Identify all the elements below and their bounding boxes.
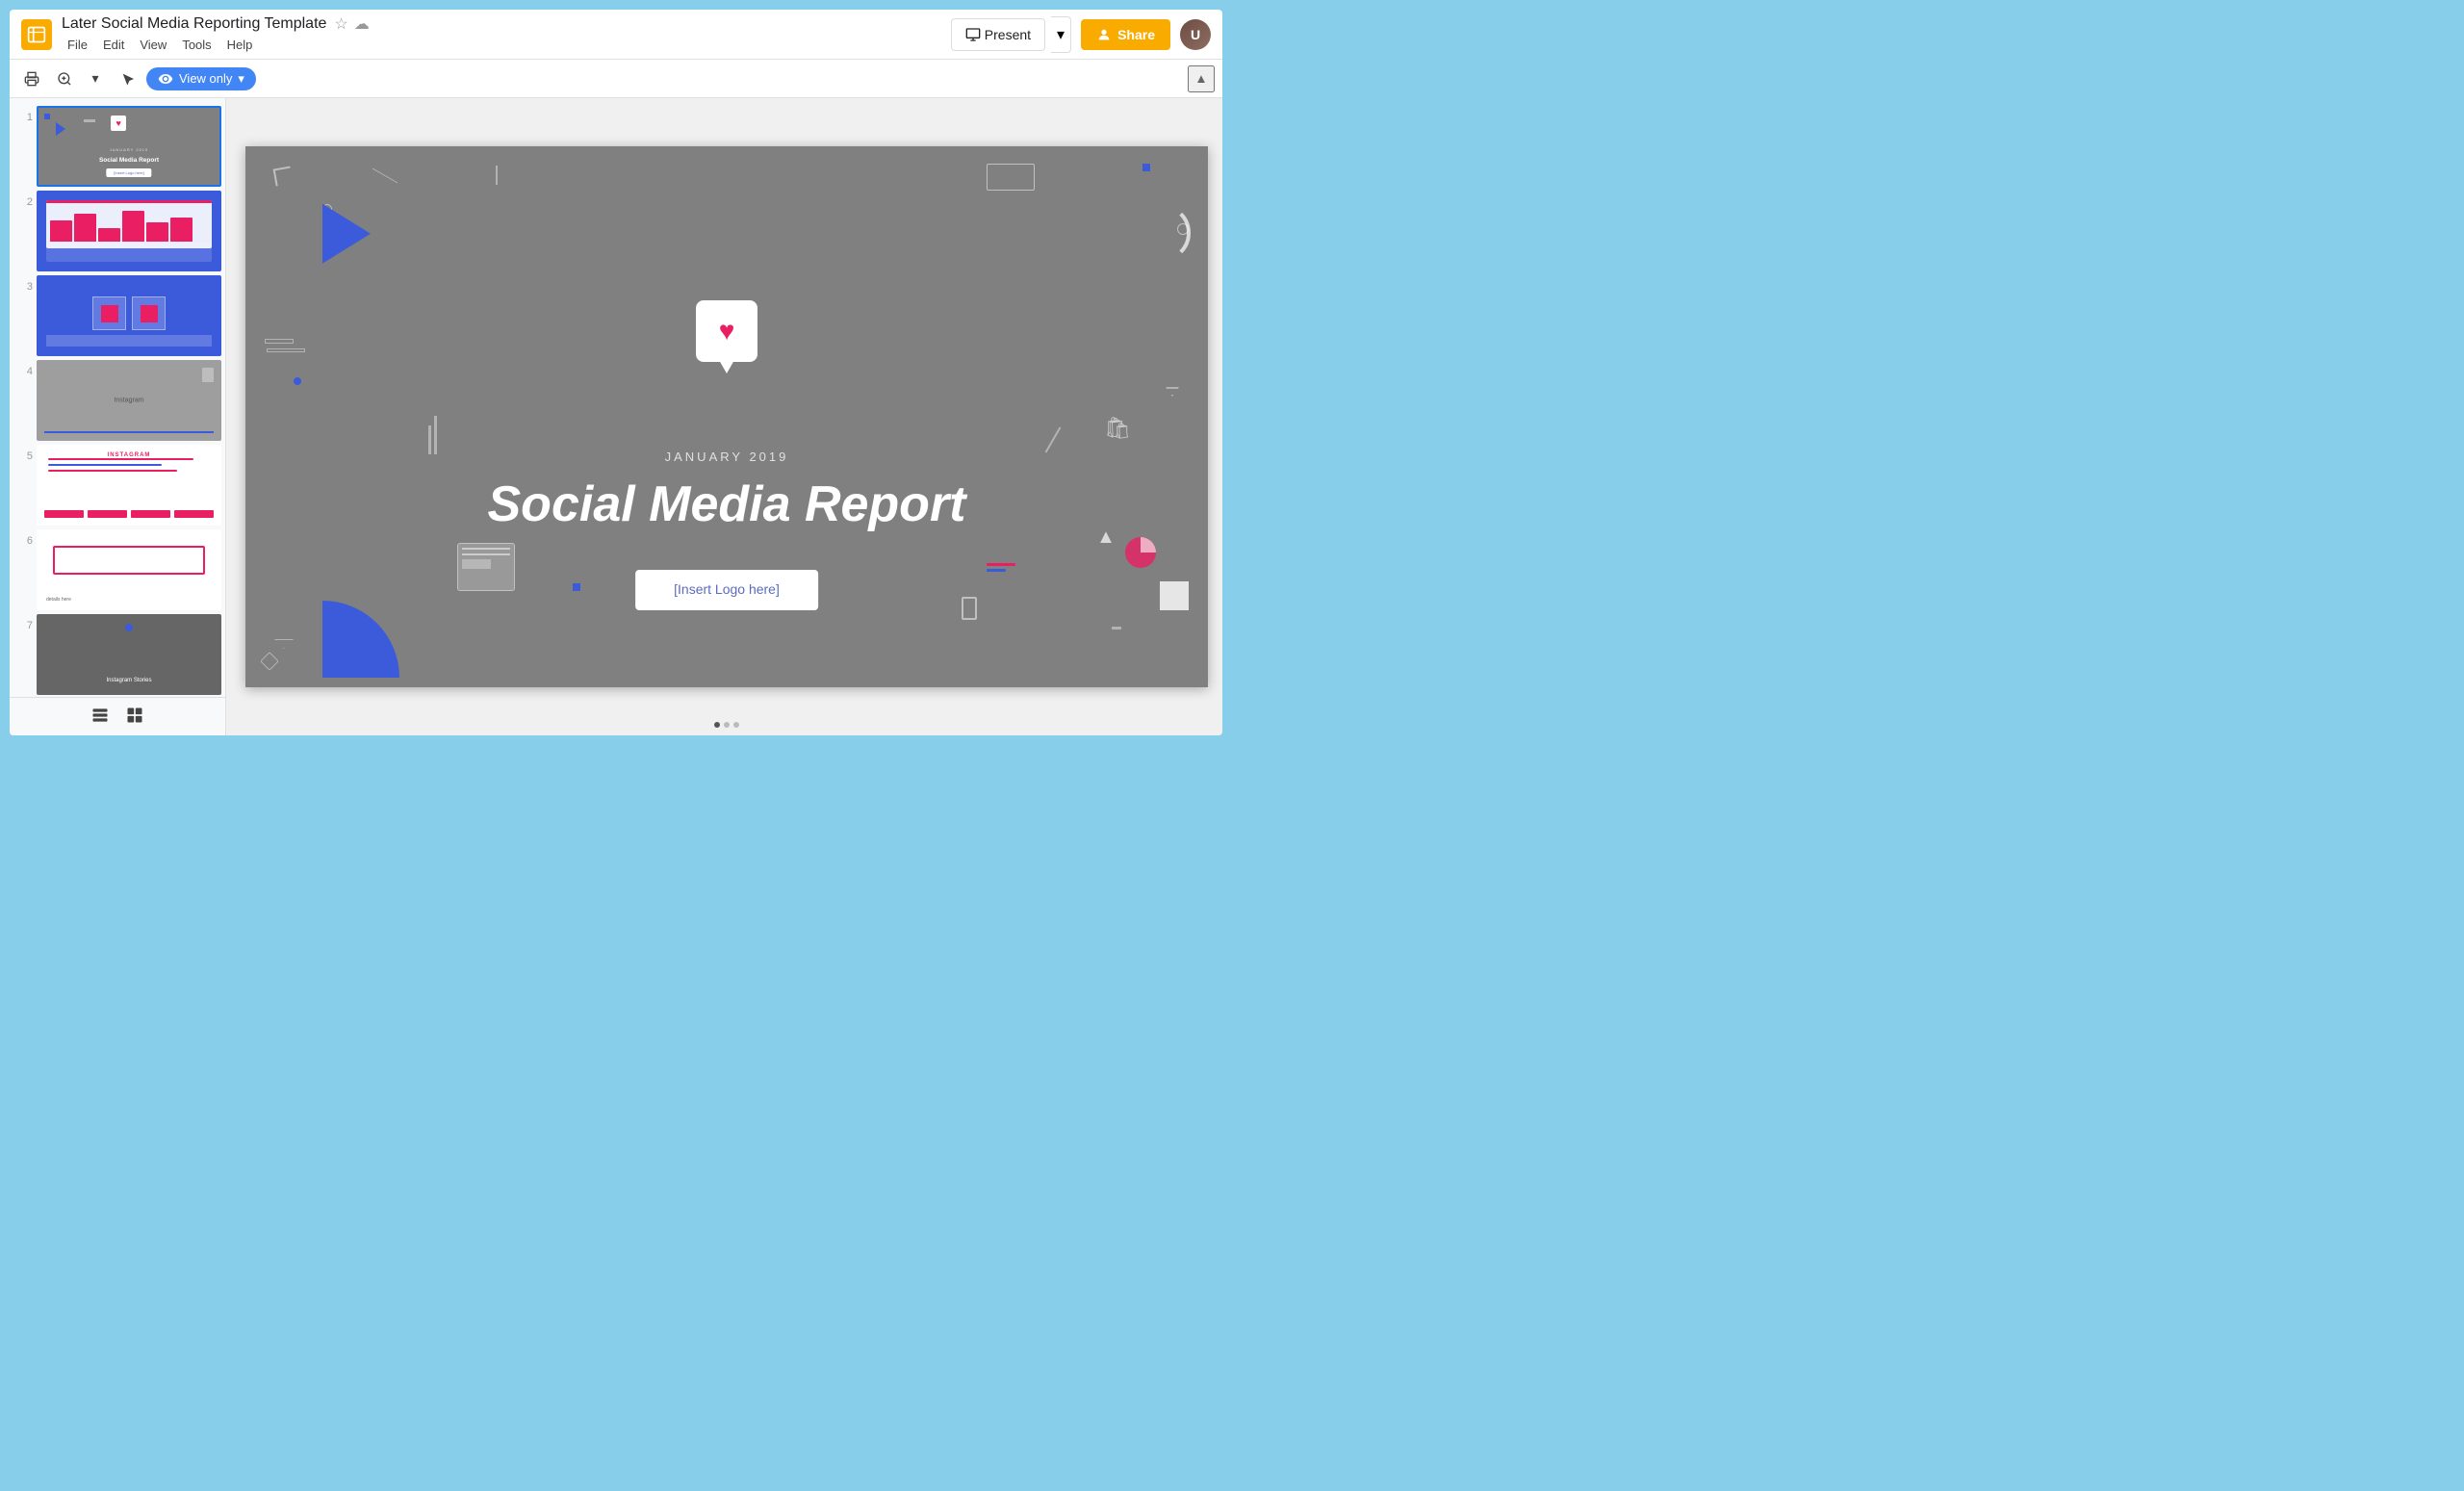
doc-icons: ☆ ☁ — [334, 14, 369, 34]
slides-panel: 1 ♥ JANUARY 2019 Social Media Report [In… — [10, 98, 226, 735]
main-content: 1 ♥ JANUARY 2019 Social Media Report [In… — [10, 98, 1222, 735]
slide-item-6[interactable]: 6 details here — [13, 529, 221, 610]
star-icon[interactable]: ☆ — [334, 14, 347, 34]
slide-canvas: ♥ — [245, 146, 1208, 688]
menu-view[interactable]: View — [134, 36, 172, 54]
header-right: Present ▾ Share U — [951, 16, 1211, 53]
slide-number-5: 5 — [13, 445, 33, 462]
slide-logo-text: [Insert Logo here] — [674, 581, 780, 597]
share-button[interactable]: Share — [1081, 19, 1170, 50]
slide-thumb-4[interactable]: Instagram — [37, 360, 221, 441]
slide-thumb-1[interactable]: ♥ JANUARY 2019 Social Media Report [Inse… — [37, 106, 221, 187]
grid-view-button[interactable] — [125, 706, 144, 728]
share-label: Share — [1117, 27, 1155, 42]
view-only-label: View only — [179, 71, 232, 86]
list-view-button[interactable] — [90, 706, 110, 728]
nav-dot-1[interactable] — [714, 722, 720, 728]
doc-title-area: Later Social Media Reporting Template ☆ … — [62, 14, 951, 54]
slide-item-2[interactable]: 2 — [13, 191, 221, 271]
slide-thumb-3[interactable] — [37, 275, 221, 356]
mini-slide-date-1: JANUARY 2019 — [38, 147, 219, 152]
view-only-dropdown-icon: ▾ — [238, 71, 244, 87]
slide-label-stories: Instagram Stories — [38, 678, 219, 683]
slide-thumb-6[interactable]: details here — [37, 529, 221, 610]
present-dropdown[interactable]: ▾ — [1051, 16, 1071, 53]
slide-number-7: 7 — [13, 614, 33, 631]
app-icon — [21, 19, 52, 50]
menu-help[interactable]: Help — [221, 36, 259, 54]
slide-date: JANUARY 2019 — [665, 450, 789, 464]
nav-dot-3[interactable] — [733, 722, 739, 728]
cloud-icon: ☁ — [354, 14, 370, 34]
slide-logo-box[interactable]: [Insert Logo here] — [635, 570, 818, 610]
slide-number-2: 2 — [13, 191, 33, 208]
print-button[interactable] — [17, 65, 46, 92]
slide-item-4[interactable]: 4 Instagram — [13, 360, 221, 441]
slide-item-7[interactable]: 7 Instagram Stories — [13, 614, 221, 695]
collapse-button[interactable]: ▲ — [1188, 65, 1215, 92]
slides-bottom — [10, 697, 225, 735]
slide-label-instagram: Instagram — [114, 398, 143, 404]
menu-bar: File Edit View Tools Help — [62, 36, 951, 54]
slide-nav — [714, 722, 739, 728]
inner-window: Later Social Media Reporting Template ☆ … — [10, 10, 1222, 735]
toolbar: ▾ View only ▾ ▲ — [10, 60, 1222, 98]
zoom-group: ▾ — [50, 65, 110, 92]
menu-edit[interactable]: Edit — [97, 36, 130, 54]
slide-thumb-5[interactable]: INSTAGRAM — [37, 445, 221, 526]
slide-item-1[interactable]: 1 ♥ JANUARY 2019 Social Media Report [In… — [13, 106, 221, 187]
slide-number-3: 3 — [13, 275, 33, 293]
app-window: Later Social Media Reporting Template ☆ … — [0, 0, 1232, 745]
view-only-button[interactable]: View only ▾ — [146, 67, 256, 90]
slides-list: 1 ♥ JANUARY 2019 Social Media Report [In… — [10, 98, 225, 697]
menu-tools[interactable]: Tools — [176, 36, 217, 54]
mini-slide-logo-1: [Insert Logo here] — [106, 168, 151, 177]
header: Later Social Media Reporting Template ☆ … — [10, 10, 1222, 60]
zoom-dropdown[interactable]: ▾ — [81, 65, 110, 92]
slide-number-4: 4 — [13, 360, 33, 377]
slide-viewer: ♥ — [226, 98, 1222, 735]
user-avatar[interactable]: U — [1180, 19, 1211, 50]
slide-main-title: Social Media Report — [488, 476, 966, 533]
doc-title: Later Social Media Reporting Template — [62, 15, 326, 33]
cursor-button[interactable] — [114, 65, 142, 92]
slide-number-1: 1 — [13, 106, 33, 123]
slide-item-3[interactable]: 3 — [13, 275, 221, 356]
slide-number-6: 6 — [13, 529, 33, 547]
nav-dot-2[interactable] — [724, 722, 730, 728]
zoom-button[interactable] — [50, 65, 79, 92]
menu-file[interactable]: File — [62, 36, 93, 54]
doc-title-row: Later Social Media Reporting Template ☆ … — [62, 14, 951, 34]
slide-item-5[interactable]: 5 INSTAGRAM — [13, 445, 221, 526]
mini-slide-title-1: Social Media Report — [38, 157, 219, 164]
slide-thumb-2[interactable] — [37, 191, 221, 271]
present-button[interactable]: Present — [951, 18, 1045, 51]
slide-thumb-7[interactable]: Instagram Stories — [37, 614, 221, 695]
heart-bubble: ♥ — [696, 300, 757, 362]
present-label: Present — [985, 27, 1031, 42]
